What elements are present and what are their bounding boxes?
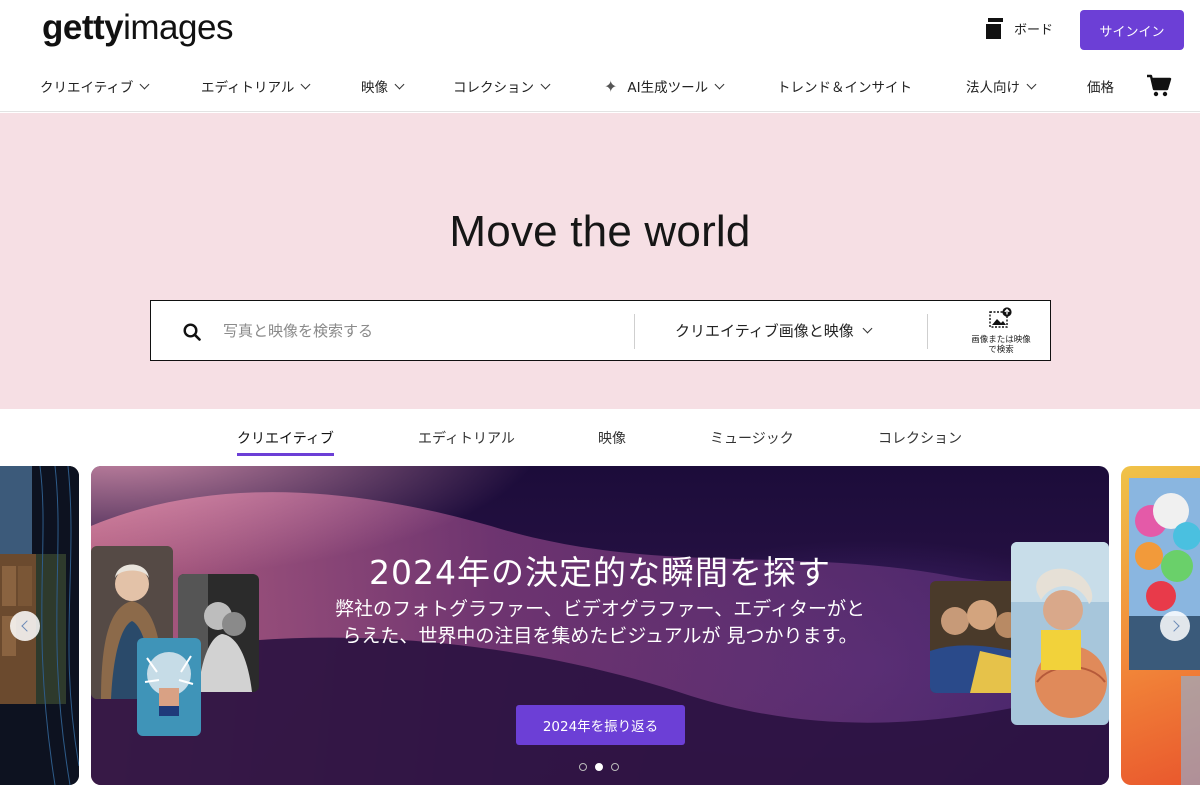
carousel-dot[interactable]: [579, 763, 587, 771]
carousel-prev-button[interactable]: [10, 611, 40, 641]
image-search-label: 画像または映像 で検索: [951, 335, 1051, 355]
nav-item-creative[interactable]: クリエイティブ: [40, 76, 150, 96]
nav-label: トレンド＆インサイト: [777, 80, 912, 96]
photo-image: [137, 638, 201, 736]
logo-thin-text: images: [123, 8, 233, 47]
image-upload-icon: [989, 307, 1012, 328]
search-filter-dropdown[interactable]: クリエイティブ画像と映像: [675, 320, 873, 341]
carousel-dot-active[interactable]: [595, 763, 603, 771]
carousel-active-slide: 2024年の決定的な瞬間を探す 弊社のフォトグラファー、ビデオグラファー、エディ…: [91, 466, 1109, 785]
sparkle-icon: ✦: [604, 76, 618, 96]
board-label: ボード: [1014, 22, 1054, 38]
nav-label: 法人向け: [966, 80, 1020, 96]
photo-image: [1011, 542, 1109, 725]
chevron-down-icon: [1026, 79, 1037, 89]
board-link[interactable]: ボード: [984, 18, 1054, 41]
nav-item-business[interactable]: 法人向け: [966, 76, 1037, 96]
cart-icon[interactable]: [1146, 74, 1172, 98]
nav-label: コレクション: [453, 80, 534, 96]
search-divider: [927, 314, 928, 349]
chevron-down-icon: [300, 79, 311, 89]
logo-bold-text: getty: [42, 8, 124, 47]
tab-editorial[interactable]: エディトリアル: [418, 428, 515, 448]
getty-images-logo[interactable]: gettyimages: [42, 8, 233, 48]
review-2024-button[interactable]: 2024年を振り返る: [516, 705, 685, 745]
nav-label: 価格: [1087, 80, 1114, 96]
chevron-down-icon: [862, 323, 873, 334]
nav-item-pricing[interactable]: 価格: [1087, 76, 1114, 96]
tab-collections[interactable]: コレクション: [878, 428, 962, 448]
hero-title: Move the world: [449, 207, 751, 256]
nav-label: クリエイティブ: [40, 80, 134, 96]
nav-item-trends[interactable]: トレンド＆インサイト: [777, 76, 912, 96]
nav-label: 映像: [361, 80, 388, 96]
photo-underwater-diver[interactable]: [137, 638, 201, 736]
carousel-next-button[interactable]: [1160, 611, 1190, 641]
nav-item-collections[interactable]: コレクション: [453, 76, 551, 96]
nav-label: AI生成ツール: [627, 80, 709, 96]
nav-item-ai-tools[interactable]: ✦ AI生成ツール: [604, 76, 725, 96]
main-nav: クリエイティブ エディトリアル 映像 コレクション ✦ AI生成ツール トレンド＆…: [0, 62, 1200, 112]
carousel-pagination: [579, 763, 619, 771]
slide-description: 弊社のフォトグラファー、ビデオグラファー、エディターがと らえた、世界中の注目を…: [291, 596, 909, 650]
filter-label: クリエイティブ画像と映像: [675, 322, 854, 340]
chevron-down-icon: [540, 79, 551, 89]
image-search-label-line1: 画像または映像: [971, 335, 1031, 345]
photo-girl-ball[interactable]: [1011, 542, 1109, 725]
image-search-button[interactable]: 画像または映像 で検索: [951, 305, 1051, 357]
nav-item-video[interactable]: 映像: [361, 76, 405, 96]
search-divider: [634, 314, 635, 349]
content-tabs: クリエイティブ エディトリアル 映像 ミュージック コレクション: [0, 409, 1200, 465]
slide-description-line2: らえた、世界中の注目を集めたビジュアルが 見つかります。: [342, 625, 858, 647]
board-icon: [984, 18, 1004, 41]
search-icon[interactable]: [183, 323, 201, 341]
nav-item-editorial[interactable]: エディトリアル: [201, 76, 311, 96]
search-bar: クリエイティブ画像と映像 画像または映像 で検索: [150, 300, 1051, 361]
hero-carousel: 2024年の決定的な瞬間を探す 弊社のフォトグラファー、ビデオグラファー、エディ…: [0, 466, 1200, 786]
carousel-dot[interactable]: [611, 763, 619, 771]
chevron-down-icon: [139, 79, 150, 89]
tab-creative[interactable]: クリエイティブ: [237, 428, 334, 456]
signin-button[interactable]: サインイン: [1080, 10, 1184, 50]
top-bar: gettyimages ボード サインイン: [0, 0, 1200, 62]
chevron-down-icon: [714, 79, 725, 89]
chevron-left-icon: [20, 620, 33, 632]
chevron-right-icon: [1167, 620, 1180, 632]
slide-description-line1: 弊社のフォトグラファー、ビデオグラファー、エディターがと: [335, 598, 865, 620]
nav-label: エディトリアル: [201, 80, 295, 96]
tab-video[interactable]: 映像: [598, 428, 626, 448]
chevron-down-icon: [394, 79, 405, 89]
search-input[interactable]: [223, 315, 623, 347]
image-search-label-line2: で検索: [988, 345, 1014, 355]
tab-music[interactable]: ミュージック: [710, 428, 794, 448]
hero-section: Move the world クリエイティブ画像と映像 画像または映像 で検索: [0, 113, 1200, 409]
